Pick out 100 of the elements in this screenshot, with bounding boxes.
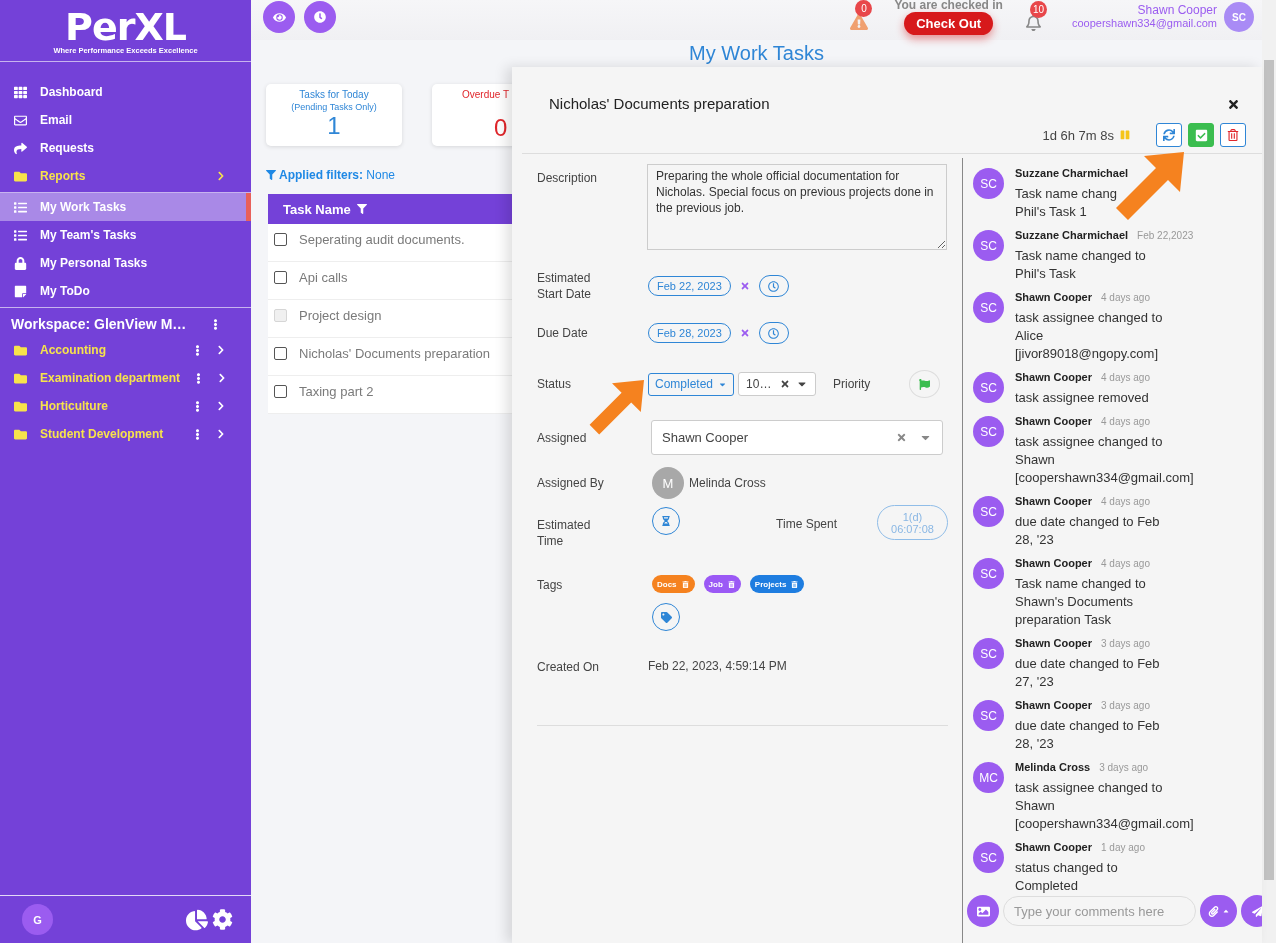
comment-text: 28, '23: [1015, 531, 1055, 549]
comment-author: Shawn Cooper: [1015, 557, 1092, 569]
stat-count: 1: [327, 113, 341, 139]
task-timer: 1d 6h 7m 8s: [1042, 127, 1114, 143]
task-name[interactable]: Seperating audit documents.: [299, 232, 465, 247]
comment-author: Shawn Cooper: [1015, 415, 1092, 427]
status-dropdown[interactable]: Completed: [648, 372, 735, 396]
comment-author: Suzzane Charmichael: [1015, 229, 1129, 241]
checkin-status: You are checked in: [894, 0, 1003, 12]
nav-item[interactable]: My Work Tasks: [0, 193, 251, 221]
comment-text: due date changed to Feb: [1015, 513, 1160, 531]
table-header[interactable]: Task Name: [268, 194, 512, 224]
comment-avatar: SC: [973, 638, 1004, 669]
comment-text: task assignee removed: [1015, 389, 1150, 407]
comment-text: due date changed to Feb: [1015, 717, 1160, 735]
comment-author: Shawn Cooper: [1015, 291, 1092, 303]
user-avatar: M: [652, 467, 684, 499]
comment-author: Melinda Cross: [1015, 761, 1091, 773]
workspace-folder[interactable]: Accounting: [0, 336, 251, 364]
comment-time: 3 days ago: [1101, 700, 1150, 711]
panel-title: Nicholas' Documents preparation: [549, 94, 770, 114]
field-label: Due Date: [537, 325, 589, 341]
nav-item[interactable]: Dashboard: [0, 78, 251, 106]
tag[interactable]: Projects: [749, 575, 805, 593]
nav-item[interactable]: Requests: [0, 134, 251, 162]
assignee-select[interactable]: Shawn Cooper: [651, 420, 943, 455]
comment-avatar: SC: [973, 842, 1004, 873]
priority-label: Priority: [833, 377, 871, 391]
task-name[interactable]: Api calls: [299, 270, 348, 285]
select-field[interactable]: 10…: [738, 372, 817, 396]
stat-subtitle: (Pending Tasks Only): [291, 101, 377, 113]
workspace-avatar[interactable]: G: [22, 904, 53, 935]
comment-time: 3 days ago: [1099, 762, 1149, 773]
comment-field[interactable]: Type your comments here: [1003, 896, 1196, 926]
comment-text: status changed to: [1015, 859, 1119, 877]
tag[interactable]: Docs: [652, 575, 695, 593]
field-label: Description: [537, 170, 599, 186]
comment-avatar: SC: [973, 292, 1004, 323]
comment-text: Completed: [1015, 877, 1079, 893]
comment-text: Shawn's Documents: [1015, 593, 1135, 611]
field-label: Assigned By: [537, 475, 605, 491]
comment-avatar: SC: [973, 372, 1004, 403]
nav-item[interactable]: My Team's Tasks: [0, 221, 251, 249]
description-field[interactable]: Preparing the whole official documentation for Nicholas. Special focus on previous projects done in the previous job.: [647, 164, 947, 250]
comment-text: Task name changed to: [1015, 575, 1147, 593]
comment-author: Shawn Cooper: [1015, 495, 1092, 507]
comment-author: Shawn Cooper: [1015, 841, 1092, 853]
comment-text: 28, '23: [1015, 735, 1055, 753]
notification-count: 10: [1029, 0, 1048, 18]
task-name[interactable]: Nicholas' Documents preparation: [299, 346, 491, 361]
task-name[interactable]: Taxing part 2: [299, 384, 374, 399]
workspace-folder[interactable]: Student Development: [0, 420, 251, 448]
workspace-folder[interactable]: Horticulture: [0, 392, 251, 420]
field-label: Estimated Time: [537, 517, 592, 549]
comment-text: 27, '23: [1015, 673, 1055, 691]
comment-time: 4 days ago: [1101, 558, 1150, 569]
comment-text: Phil's Task: [1015, 265, 1077, 283]
field-label: Created On: [537, 659, 601, 675]
comment-text: task assignee changed to: [1015, 309, 1163, 327]
comment-time: 3 days ago: [1101, 638, 1150, 649]
comment-time: 1 day ago: [1101, 842, 1145, 853]
comment-author: Shawn Cooper: [1015, 371, 1092, 383]
tag[interactable]: Job: [703, 575, 741, 593]
comment-text: Shawn: [1015, 451, 1056, 469]
user-avatar[interactable]: SC: [1224, 2, 1254, 32]
applied-filters: Applied filters: None: [279, 168, 396, 182]
comment-text: [coopershawn334@gmail.com]: [1015, 815, 1194, 833]
nav-item[interactable]: Email: [0, 106, 251, 134]
workspace-folder[interactable]: Examination department: [0, 364, 251, 392]
checkout-button[interactable]: Check Out: [904, 11, 994, 35]
workspace-title: Workspace: GlenView M…: [11, 316, 187, 332]
comment-text: Task name chang: [1015, 185, 1118, 203]
comment-time: 4 days ago: [1101, 416, 1150, 427]
user-name: Shawn Cooper: [1137, 4, 1217, 17]
user-email: coopershawn334@gmail.com: [1071, 17, 1217, 30]
comment-text: preparation Task: [1015, 611, 1112, 629]
comment-avatar: MC: [973, 762, 1004, 793]
nav-item[interactable]: Reports: [0, 162, 251, 190]
comment-author: Shawn Cooper: [1015, 637, 1092, 649]
field-label: Time Spent: [776, 517, 837, 531]
comment-text: Alice: [1015, 327, 1045, 345]
nav-item[interactable]: My ToDo: [0, 277, 251, 305]
comment-text: Task name changed to: [1015, 247, 1147, 265]
assigner-name: Melinda Cross: [689, 476, 766, 490]
comment-text: task assignee changed to: [1015, 433, 1164, 451]
page-title: My Work Tasks: [688, 41, 825, 66]
stat-title: Overdue T: [462, 88, 510, 101]
alert-count: 0: [855, 0, 873, 17]
stat-title: Tasks for Today: [299, 88, 369, 101]
comment-text: Shawn: [1015, 797, 1056, 815]
comment-text: Phil's Task 1: [1015, 203, 1088, 221]
brand-logo: PerXL: [65, 8, 186, 45]
nav-item[interactable]: My Personal Tasks: [0, 249, 251, 277]
field-label: Status: [537, 376, 573, 392]
comment-avatar: SC: [973, 558, 1004, 589]
comment-time: Feb 22,2023: [1137, 230, 1194, 241]
comment-avatar: SC: [973, 496, 1004, 527]
comment-avatar: SC: [973, 700, 1004, 731]
comment-author: Suzzane Charmichael: [1015, 167, 1129, 179]
comment-avatar: SC: [973, 230, 1004, 261]
